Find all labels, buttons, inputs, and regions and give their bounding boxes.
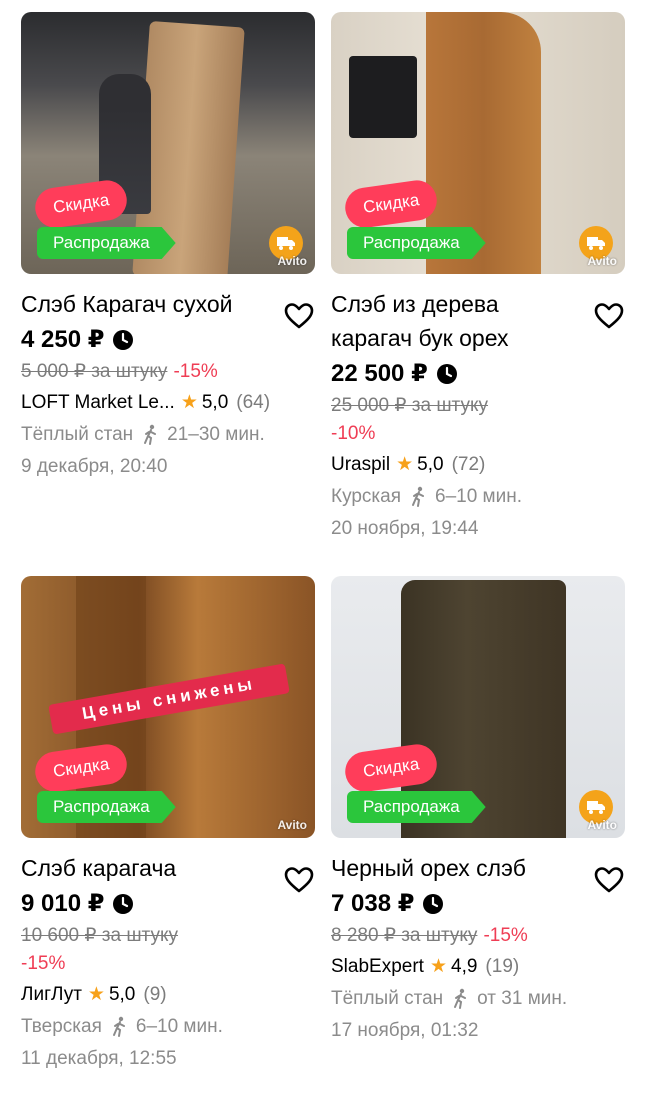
metro-station: Курская: [331, 486, 402, 507]
old-price: 5 000 ₽ за штуку: [21, 361, 168, 382]
sale-badge: Распродажа: [37, 791, 176, 823]
clock-icon: [423, 893, 444, 914]
walk-time: 6–10 мин.: [135, 1016, 223, 1037]
metro-station: Тёплый стан: [331, 988, 444, 1009]
review-count: (64): [236, 392, 271, 413]
listing-photo[interactable]: Цены снижены Скидка Распродажа Avito: [21, 576, 315, 838]
listing-title-text[interactable]: Слэб из дерева карагач бук орех: [331, 291, 508, 351]
avito-watermark: Avito: [587, 818, 617, 832]
listing-title[interactable]: Черный орех слэб: [331, 851, 625, 893]
review-count: (9): [143, 984, 167, 1005]
favorite-heart-icon[interactable]: [593, 864, 625, 896]
listing-price: 4 250 ₽: [21, 326, 105, 353]
favorite-heart-icon[interactable]: [283, 864, 315, 896]
listing-title-text[interactable]: Черный орех слэб: [331, 855, 526, 881]
star-icon: ★: [396, 454, 414, 475]
discount-percent: -15%: [21, 953, 66, 974]
old-price: 8 280 ₽ за штуку: [331, 925, 478, 946]
listing-title[interactable]: Слэб из дерева карагач бук орех: [331, 287, 625, 355]
discount-percent: -15%: [483, 925, 528, 946]
seller-name[interactable]: SlabExpert: [331, 952, 424, 982]
listing-price: 9 010 ₽: [21, 890, 105, 917]
seller-name[interactable]: ЛигЛут: [21, 980, 82, 1010]
walking-person-icon: [454, 988, 467, 1009]
photo-label-shape: [349, 56, 417, 138]
discount-percent: -15%: [173, 361, 218, 382]
sale-badge: Распродажа: [347, 227, 486, 259]
walking-person-icon: [144, 424, 157, 445]
listing-title-text[interactable]: Слэб карагача: [21, 855, 176, 881]
listing-title[interactable]: Слэб карагача: [21, 851, 315, 893]
discount-percent: -10%: [331, 423, 376, 444]
listing-price: 22 500 ₽: [331, 360, 428, 387]
seller-rating: 5,0: [201, 392, 229, 413]
seller-name[interactable]: Uraspil: [331, 450, 390, 480]
metro-station: Тёплый стан: [21, 424, 134, 445]
metro-station: Тверская: [21, 1016, 102, 1037]
publish-date: 17 ноября, 01:32: [331, 1020, 479, 1041]
star-icon: ★: [429, 956, 447, 977]
walking-person-icon: [412, 486, 425, 507]
avito-watermark: Avito: [277, 254, 307, 268]
seller-rating: 4,9: [451, 956, 478, 977]
discount-badge: Скидка: [32, 177, 130, 231]
seller-name[interactable]: LOFT Market Le...: [21, 388, 175, 418]
listing-card[interactable]: Цены снижены Скидка Распродажа Avito Слэ…: [21, 576, 315, 1074]
listing-card[interactable]: Скидка Распродажа Avito Черный орех слэб…: [331, 576, 625, 1046]
sale-badge: Распродажа: [37, 227, 176, 259]
listing-card[interactable]: Скидка Распродажа Avito Слэб Карагач сух…: [21, 12, 315, 482]
walk-time: 21–30 мин.: [167, 424, 265, 445]
review-count: (19): [485, 956, 520, 977]
star-icon: ★: [87, 984, 105, 1005]
listing-title[interactable]: Слэб Карагач сухой: [21, 287, 315, 329]
clock-icon: [436, 363, 457, 384]
clock-icon: [113, 329, 134, 350]
listing-photo[interactable]: Скидка Распродажа Avito: [21, 12, 315, 274]
review-count: (72): [451, 454, 486, 475]
old-price: 10 600 ₽ за штуку: [21, 925, 179, 946]
walking-person-icon: [112, 1016, 125, 1037]
seller-rating: 5,0: [417, 454, 444, 475]
publish-date: 11 декабря, 12:55: [21, 1048, 177, 1069]
listing-card[interactable]: Скидка Распродажа Avito Слэб из дерева к…: [331, 12, 625, 544]
sale-badge: Распродажа: [347, 791, 486, 823]
star-icon: ★: [180, 392, 198, 413]
listing-photo[interactable]: Скидка Распродажа Avito: [331, 12, 625, 274]
favorite-heart-icon[interactable]: [593, 300, 625, 332]
listing-price: 7 038 ₽: [331, 890, 415, 917]
avito-watermark: Avito: [587, 254, 617, 268]
avito-watermark: Avito: [277, 818, 307, 832]
seller-rating: 5,0: [108, 984, 136, 1005]
old-price: 25 000 ₽ за штуку: [331, 395, 489, 416]
favorite-heart-icon[interactable]: [283, 300, 315, 332]
publish-date: 20 ноября, 19:44: [331, 518, 479, 539]
listing-title-text[interactable]: Слэб Карагач сухой: [21, 291, 233, 317]
walk-time: 6–10 мин.: [435, 486, 523, 507]
listing-photo[interactable]: Скидка Распродажа Avito: [331, 576, 625, 838]
publish-date: 9 декабря, 20:40: [21, 456, 168, 477]
clock-icon: [113, 893, 134, 914]
walk-time: от 31 мин.: [477, 988, 568, 1009]
